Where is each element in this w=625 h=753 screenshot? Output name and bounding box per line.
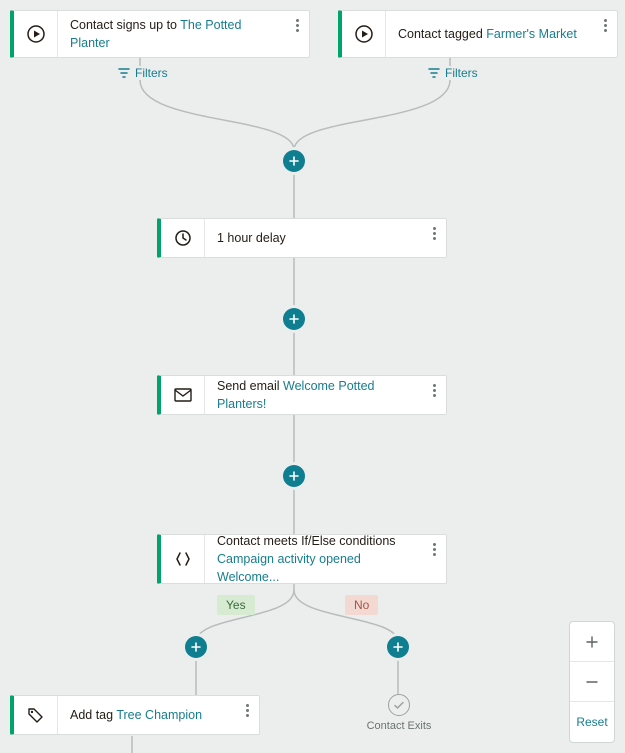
trigger-text: Contact signs up to [70,18,180,32]
add-step-button[interactable] [283,465,305,487]
tag-text: Add tag [70,708,116,722]
condition-title: Contact meets If/Else conditions [217,532,416,550]
tag-link[interactable]: Tree Champion [116,708,202,722]
condition-node[interactable]: Contact meets If/Else conditions Campaig… [157,534,447,584]
play-icon [14,11,58,57]
filter-icon [118,67,130,79]
delay-node[interactable]: 1 hour delay [157,218,447,258]
clock-icon [161,219,205,257]
exit-node: Contact Exits [364,694,434,732]
tag-icon [14,696,58,734]
checkmark-circle-icon [388,694,410,716]
filters-label: Filters [445,66,478,80]
add-step-button[interactable] [283,150,305,172]
filter-icon [428,67,440,79]
zoom-out-button[interactable] [570,662,614,702]
branch-icon [161,535,205,583]
condition-detail: Campaign activity opened Welcome... [217,550,416,586]
node-menu-button[interactable] [241,696,259,717]
node-menu-button[interactable] [428,376,446,397]
zoom-reset-button[interactable]: Reset [570,702,614,742]
add-step-button-no[interactable] [387,636,409,658]
trigger-node-tagged[interactable]: Contact tagged Farmer's Market [338,10,618,58]
plus-icon [584,634,600,650]
mail-icon [161,376,205,414]
filters-label: Filters [135,66,168,80]
node-menu-button[interactable] [428,219,446,240]
branch-label-yes: Yes [217,595,255,615]
trigger-text: Contact tagged [398,27,486,41]
minus-icon [584,674,600,690]
email-node[interactable]: Send email Welcome Potted Planters! [157,375,447,415]
node-menu-button[interactable] [428,535,446,556]
add-step-button[interactable] [283,308,305,330]
tag-node[interactable]: Add tag Tree Champion [10,695,260,735]
node-menu-button[interactable] [291,11,309,32]
filters-button-left[interactable]: Filters [118,66,168,80]
trigger-node-signup[interactable]: Contact signs up to The Potted Planter [10,10,310,58]
node-menu-button[interactable] [599,11,617,32]
trigger-link[interactable]: Farmer's Market [486,27,577,41]
zoom-control: Reset [569,621,615,743]
exit-label: Contact Exits [364,720,434,732]
zoom-in-button[interactable] [570,622,614,662]
delay-text: 1 hour delay [217,231,286,245]
branch-label-no: No [345,595,378,615]
add-step-button-yes[interactable] [185,636,207,658]
filters-button-right[interactable]: Filters [428,66,478,80]
play-icon [342,11,386,57]
email-text: Send email [217,379,283,393]
